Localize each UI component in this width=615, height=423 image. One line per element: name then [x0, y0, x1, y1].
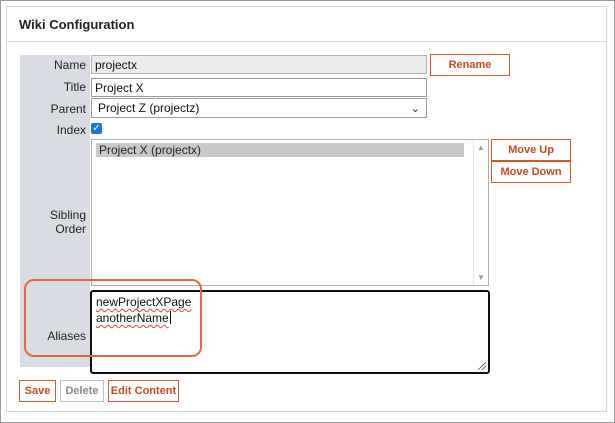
checkmark-icon: ✓ — [92, 123, 101, 134]
sibling-order-label: Sibling Order — [49, 208, 86, 236]
list-item[interactable]: Project X (projectx) — [96, 143, 464, 157]
alias-line: anotherName — [96, 311, 169, 325]
title-label: Title — [63, 80, 86, 94]
parent-label: Parent — [50, 102, 86, 116]
scroll-up-icon[interactable]: ▲ — [477, 143, 485, 152]
scrollbar[interactable]: ▲ ▼ — [473, 140, 488, 285]
aliases-label: Aliases — [47, 329, 86, 343]
move-up-button[interactable]: Move Up — [491, 139, 571, 161]
chevron-down-icon: ⌄ — [410, 103, 420, 115]
index-checkbox[interactable]: ✓ — [91, 123, 102, 134]
title-field[interactable] — [91, 78, 427, 97]
rename-button[interactable]: Rename — [430, 54, 510, 76]
scroll-down-icon[interactable]: ▼ — [477, 273, 485, 282]
name-label: Name — [53, 58, 86, 72]
aliases-textarea[interactable]: newProjectXPage anotherName — [90, 290, 490, 374]
sibling-order-list[interactable]: Project X (projectx) ▲ ▼ — [91, 139, 489, 286]
edit-content-button[interactable]: Edit Content — [108, 380, 179, 402]
panel-title: Wiki Configuration — [7, 7, 606, 42]
resize-handle-icon[interactable] — [478, 362, 486, 370]
parent-select[interactable]: Project Z (projectz) ⌄ — [91, 98, 427, 118]
save-button[interactable]: Save — [19, 380, 56, 402]
alias-line: newProjectXPage — [96, 295, 192, 309]
parent-selected-value: Project Z (projectz) — [98, 101, 200, 115]
name-field[interactable] — [91, 55, 427, 74]
delete-button[interactable]: Delete — [60, 380, 104, 402]
index-label: Index — [56, 123, 86, 137]
move-down-button[interactable]: Move Down — [491, 161, 571, 183]
text-caret — [169, 311, 171, 324]
